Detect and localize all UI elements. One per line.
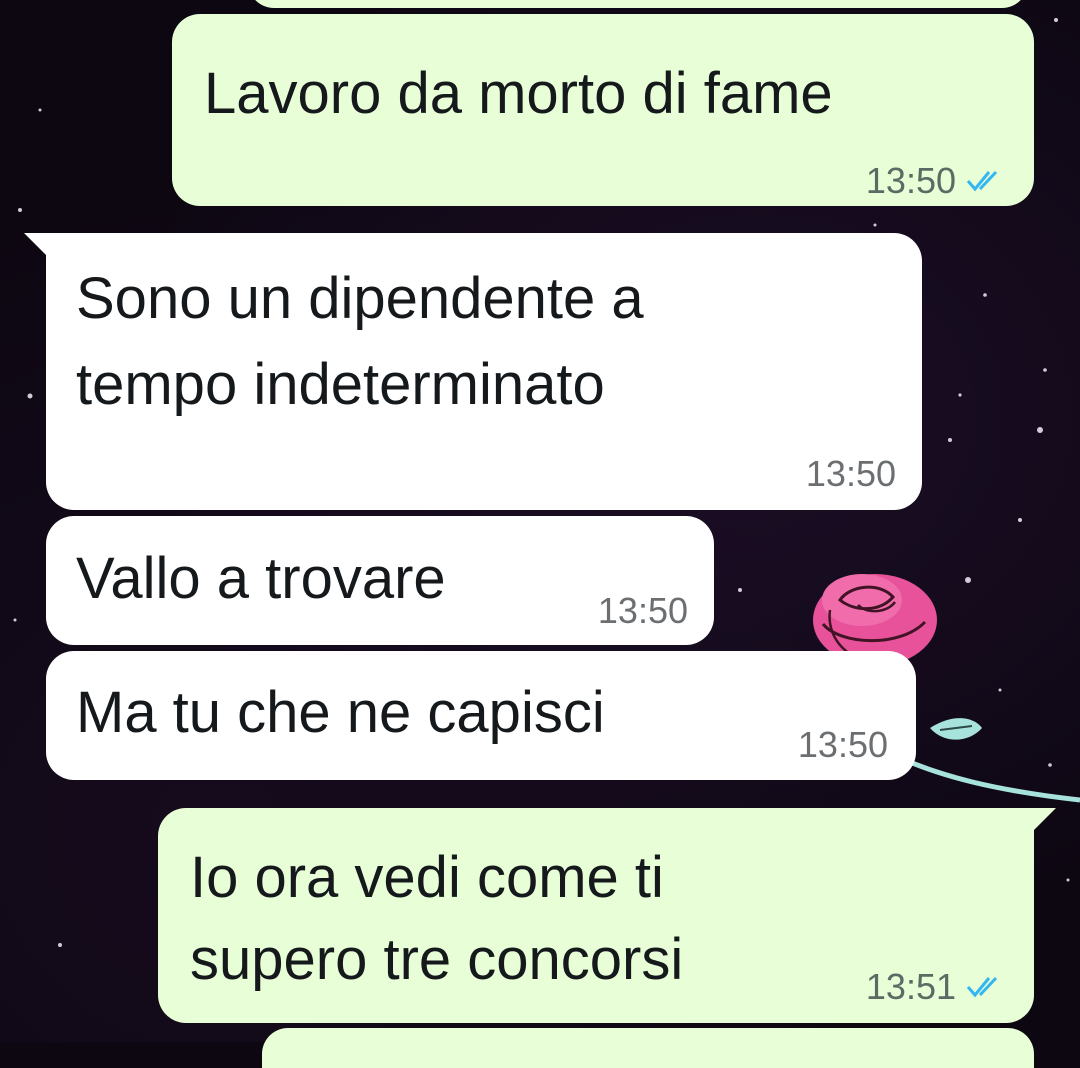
bubble-tail: [1022, 808, 1056, 842]
message-text-line-2: supero tre concorsi: [190, 927, 684, 992]
message-text: Lavoro da morto di fame: [204, 61, 833, 126]
message-meta: 13:51: [866, 966, 1006, 1008]
message-text: Vallo a trovare: [76, 546, 446, 611]
bubble-tail: [24, 233, 58, 267]
message-time: 13:50: [805, 453, 896, 494]
message-bubble-outgoing[interactable]: Io ora vedi come ti supero tre concorsi …: [158, 808, 1056, 1023]
message-meta: 13:50: [598, 590, 688, 632]
message-time: 13:50: [797, 724, 888, 765]
message-bubble-partial-top: [248, 0, 1028, 8]
message-time: 13:50: [865, 160, 956, 201]
message-bubble-incoming[interactable]: Ma tu che ne capisci 13:50: [46, 651, 916, 780]
message-text: Ma tu che ne capisci: [76, 680, 605, 745]
message-time: 13:51: [865, 966, 956, 1007]
message-bubble-incoming[interactable]: Vallo a trovare 13:50: [46, 516, 714, 645]
double-check-icon: [966, 170, 998, 192]
message-meta: 13:50: [866, 160, 1006, 202]
message-bubble-outgoing[interactable]: Lavoro da morto di fame 13:50: [172, 14, 1034, 206]
message-meta: 13:50: [798, 724, 888, 766]
message-bubble-incoming[interactable]: Sono un dipendente a tempo indeterminato…: [24, 233, 922, 510]
message-meta: 13:50: [806, 453, 896, 495]
message-time: 13:50: [597, 590, 688, 631]
message-bubble-partial-bottom: [262, 1028, 1034, 1068]
message-text-line-1: Io ora vedi come ti: [190, 845, 664, 910]
double-check-icon: [966, 976, 998, 998]
message-text-line-2: tempo indeterminato: [76, 352, 605, 417]
message-text-line-1: Sono un dipendente a: [76, 266, 644, 331]
